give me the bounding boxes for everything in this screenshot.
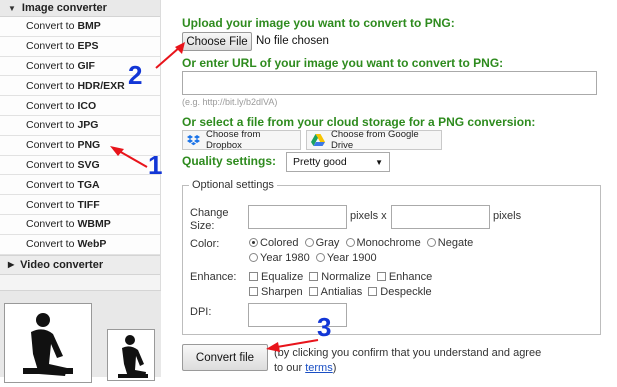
annotation-arrow-1 [110, 146, 148, 168]
annotation-overlay [110, 42, 319, 352]
annotation-arrow-3 [266, 339, 319, 352]
annotation-number-2: 2 [128, 60, 143, 90]
annotation-arrow-2 [155, 42, 185, 69]
annotation-number-3: 3 [317, 312, 332, 342]
annotation-number-1: 1 [148, 150, 163, 180]
